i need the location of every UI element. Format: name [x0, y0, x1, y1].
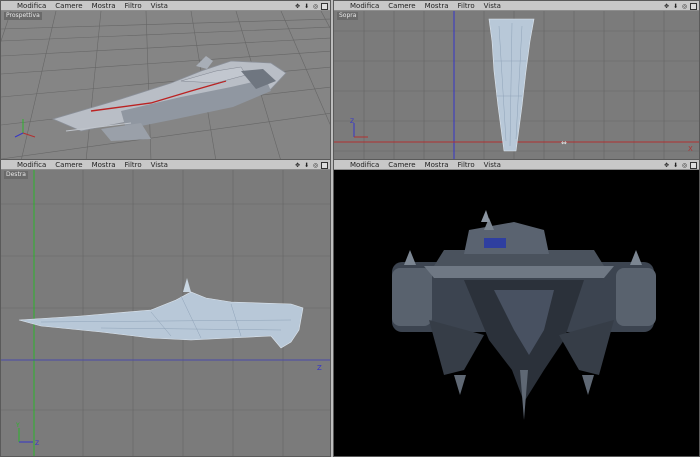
menu-vista[interactable]: Vista [151, 1, 168, 11]
menu-vista[interactable]: Vista [151, 160, 168, 170]
axis-label-y: Y [15, 422, 20, 429]
down-arrow-icon[interactable]: ⬇ [672, 3, 679, 10]
menu-filtro[interactable]: Filtro [125, 1, 142, 11]
zoom-icon[interactable]: ◎ [681, 3, 688, 10]
top-canvas[interactable]: ⇔ Z X [334, 11, 699, 159]
viewport-controls: ✥ ⬇ ◎ [294, 160, 328, 170]
menu-vista[interactable]: Vista [484, 160, 501, 170]
viewport-menubar: Modifica Camere Mostra Filtro Vista [334, 160, 699, 170]
zoom-icon[interactable]: ◎ [312, 162, 319, 169]
perspective-canvas[interactable] [1, 11, 330, 159]
menu-mostra[interactable]: Mostra [425, 1, 449, 11]
menu-filtro[interactable]: Filtro [458, 1, 475, 11]
viewport-top[interactable]: Modifica Camere Mostra Filtro Vista ✥ ⬇ … [333, 0, 700, 160]
maximize-icon[interactable] [321, 2, 328, 10]
menu-filtro[interactable]: Filtro [125, 160, 142, 170]
viewport-menubar: Modifica Camere Mostra Filtro Vista [1, 1, 330, 11]
menu-mostra[interactable]: Mostra [92, 1, 116, 11]
menu-camere[interactable]: Camere [55, 160, 82, 170]
axis-label-x: X [688, 145, 693, 153]
move-icon[interactable]: ✥ [294, 162, 301, 169]
menu-filtro[interactable]: Filtro [458, 160, 475, 170]
maximize-icon[interactable] [321, 161, 328, 169]
down-arrow-icon[interactable]: ⬇ [303, 162, 310, 169]
menu-mostra[interactable]: Mostra [425, 160, 449, 170]
axis-label-z: Z [350, 118, 354, 125]
menu-mostra[interactable]: Mostra [92, 160, 116, 170]
viewport-controls: ✥ ⬇ ◎ [294, 1, 328, 11]
viewport-right[interactable]: Modifica Camere Mostra Filtro Vista ✥ ⬇ … [0, 159, 331, 457]
viewport-controls: ✥ ⬇ ◎ [663, 1, 697, 11]
viewport-label: Destra [4, 171, 28, 179]
down-arrow-icon[interactable]: ⬇ [672, 162, 679, 169]
axis-label-z: Z [35, 440, 39, 447]
menu-modifica[interactable]: Modifica [17, 1, 46, 11]
viewport-label: Prospettiva [4, 12, 42, 20]
maximize-icon[interactable] [690, 2, 697, 10]
axis-label-z-edge: Z [317, 364, 322, 372]
menu-vista[interactable]: Vista [484, 1, 501, 11]
menu-camere[interactable]: Camere [388, 160, 415, 170]
zoom-icon[interactable]: ◎ [681, 162, 688, 169]
viewport-front-render[interactable]: Modifica Camere Mostra Filtro Vista ✥ ⬇ … [333, 159, 700, 457]
move-icon[interactable]: ✥ [663, 162, 670, 169]
svg-text:⇔: ⇔ [561, 139, 567, 147]
viewport-perspective[interactable]: Modifica Camere Mostra Filtro Vista ✥ ⬇ … [0, 0, 331, 160]
menu-modifica[interactable]: Modifica [350, 1, 379, 11]
viewport-controls: ✥ ⬇ ◎ [663, 160, 697, 170]
menu-modifica[interactable]: Modifica [17, 160, 46, 170]
viewport-label: Sopra [337, 12, 359, 20]
move-icon[interactable]: ✥ [294, 3, 301, 10]
viewport-menubar: Modifica Camere Mostra Filtro Vista [1, 160, 330, 170]
render-canvas[interactable] [334, 170, 699, 456]
down-arrow-icon[interactable]: ⬇ [303, 3, 310, 10]
zoom-icon[interactable]: ◎ [312, 3, 319, 10]
move-icon[interactable]: ✥ [663, 3, 670, 10]
maximize-icon[interactable] [690, 161, 697, 169]
menu-modifica[interactable]: Modifica [350, 160, 379, 170]
menu-camere[interactable]: Camere [55, 1, 82, 11]
viewport-menubar: Modifica Camere Mostra Filtro Vista [334, 1, 699, 11]
menu-camere[interactable]: Camere [388, 1, 415, 11]
right-canvas[interactable]: Y Z Z [1, 170, 330, 456]
